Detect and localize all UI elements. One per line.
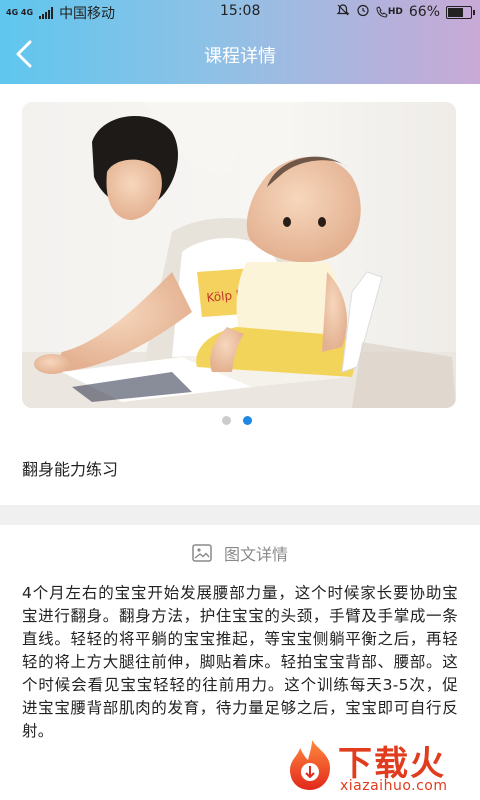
detail-heading: 图文详情	[223, 545, 288, 564]
status-bar: 4G 4G 中国移动 15:08 HD 66%	[0, 0, 480, 24]
course-title: 翻身能力练习	[22, 460, 119, 479]
nav-bar: 课程详情	[0, 24, 480, 84]
section-divider	[0, 505, 480, 525]
header-bar: 4G 4G 中国移动 15:08 HD 66% 课程详情	[0, 0, 480, 84]
carousel-indicator	[222, 416, 252, 425]
mother-and-baby-reading-photo: Kölp Bom	[22, 102, 456, 408]
status-left: 4G 4G 中国移动	[6, 3, 115, 23]
detail-section-header: 图文详情	[0, 541, 480, 565]
status-right: HD 66%	[336, 3, 475, 21]
carousel-dot[interactable]	[222, 416, 231, 425]
mute-icon	[336, 3, 350, 21]
page-title: 课程详情	[204, 46, 276, 67]
battery-percent: 66%	[408, 4, 440, 20]
battery-level	[448, 7, 463, 17]
alarm-icon	[356, 3, 370, 21]
carousel-dot-active[interactable]	[243, 416, 252, 425]
clock: 15:08	[220, 3, 261, 19]
battery-icon	[446, 5, 475, 19]
volte-icon: HD	[376, 6, 403, 18]
watermark: 下载火 xiazaihuo.com	[286, 736, 478, 796]
carrier-name: 中国移动	[59, 6, 116, 22]
network-type: 4G 4G	[6, 8, 34, 17]
image-icon	[192, 544, 212, 562]
signal-icon	[39, 7, 54, 19]
watermark-domain: xiazaihuo.com	[340, 778, 448, 794]
course-banner-image[interactable]: Kölp Bom	[22, 102, 456, 408]
volte-label: HD	[387, 7, 403, 17]
course-description: 4个月左右的宝宝开始发展腰部力量，这个时候家长要协助宝宝进行翻身。翻身方法，护住…	[22, 584, 458, 740]
